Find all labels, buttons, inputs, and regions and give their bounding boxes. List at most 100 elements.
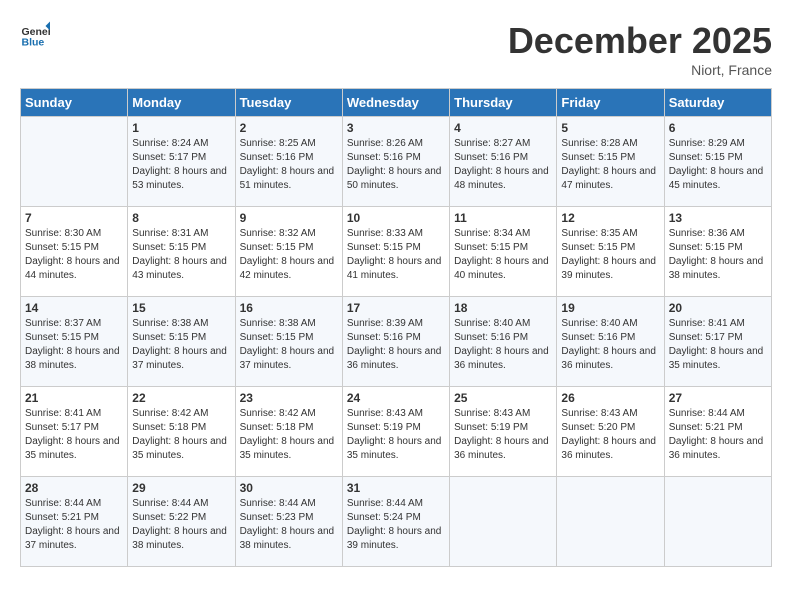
day-info: Sunrise: 8:41 AMSunset: 5:17 PMDaylight:… — [669, 317, 767, 373]
day-info: Sunrise: 8:36 AMSunset: 5:15 PMDaylight:… — [669, 227, 767, 283]
day-number: 24 — [347, 391, 445, 405]
day-number: 4 — [454, 121, 552, 135]
calendar-cell: 8 Sunrise: 8:31 AMSunset: 5:15 PMDaylight… — [128, 207, 235, 297]
day-info: Sunrise: 8:42 AMSunset: 5:18 PMDaylight:… — [132, 407, 230, 463]
calendar-week-row: 7 Sunrise: 8:30 AMSunset: 5:15 PMDaylight… — [21, 207, 772, 297]
day-info: Sunrise: 8:30 AMSunset: 5:15 PMDaylight:… — [25, 227, 123, 283]
day-number: 13 — [669, 211, 767, 225]
day-info: Sunrise: 8:44 AMSunset: 5:22 PMDaylight:… — [132, 497, 230, 553]
day-header-sunday: Sunday — [21, 89, 128, 117]
day-info: Sunrise: 8:29 AMSunset: 5:15 PMDaylight:… — [669, 137, 767, 193]
calendar-cell: 29 Sunrise: 8:44 AMSunset: 5:22 PMDayligh… — [128, 477, 235, 567]
day-number: 16 — [240, 301, 338, 315]
day-number: 21 — [25, 391, 123, 405]
day-info: Sunrise: 8:39 AMSunset: 5:16 PMDaylight:… — [347, 317, 445, 373]
day-number: 6 — [669, 121, 767, 135]
day-info: Sunrise: 8:44 AMSunset: 5:24 PMDaylight:… — [347, 497, 445, 553]
header: General Blue December 2025 Niort, France — [20, 20, 772, 78]
day-number: 14 — [25, 301, 123, 315]
day-number: 7 — [25, 211, 123, 225]
day-header-monday: Monday — [128, 89, 235, 117]
day-info: Sunrise: 8:38 AMSunset: 5:15 PMDaylight:… — [132, 317, 230, 373]
day-number: 23 — [240, 391, 338, 405]
day-info: Sunrise: 8:44 AMSunset: 5:23 PMDaylight:… — [240, 497, 338, 553]
day-info: Sunrise: 8:38 AMSunset: 5:15 PMDaylight:… — [240, 317, 338, 373]
calendar-cell: 15 Sunrise: 8:38 AMSunset: 5:15 PMDayligh… — [128, 297, 235, 387]
calendar-week-row: 1Sunrise: 8:24 AMSunset: 5:17 PMDaylight… — [21, 117, 772, 207]
day-info: Sunrise: 8:40 AMSunset: 5:16 PMDaylight:… — [454, 317, 552, 373]
calendar-cell: 27 Sunrise: 8:44 AMSunset: 5:21 PMDayligh… — [664, 387, 771, 477]
calendar-cell: 22 Sunrise: 8:42 AMSunset: 5:18 PMDayligh… — [128, 387, 235, 477]
calendar-body: 1Sunrise: 8:24 AMSunset: 5:17 PMDaylight… — [21, 117, 772, 567]
day-number: 27 — [669, 391, 767, 405]
day-number: 12 — [561, 211, 659, 225]
svg-text:Blue: Blue — [22, 37, 45, 49]
day-info: Sunrise: 8:31 AMSunset: 5:15 PMDaylight:… — [132, 227, 230, 283]
location: Niort, France — [508, 62, 772, 78]
calendar-cell: 16 Sunrise: 8:38 AMSunset: 5:15 PMDayligh… — [235, 297, 342, 387]
day-number: 2 — [240, 121, 338, 135]
logo-icon: General Blue — [20, 20, 50, 50]
day-info: Sunrise: 8:27 AMSunset: 5:16 PMDaylight:… — [454, 137, 552, 193]
day-number: 10 — [347, 211, 445, 225]
calendar-cell — [21, 117, 128, 207]
calendar-cell: 30 Sunrise: 8:44 AMSunset: 5:23 PMDayligh… — [235, 477, 342, 567]
calendar-cell — [450, 477, 557, 567]
calendar-cell: 5Sunrise: 8:28 AMSunset: 5:15 PMDaylight… — [557, 117, 664, 207]
day-info: Sunrise: 8:35 AMSunset: 5:15 PMDaylight:… — [561, 227, 659, 283]
day-info: Sunrise: 8:28 AMSunset: 5:15 PMDaylight:… — [561, 137, 659, 193]
day-info: Sunrise: 8:44 AMSunset: 5:21 PMDaylight:… — [669, 407, 767, 463]
calendar-cell: 21 Sunrise: 8:41 AMSunset: 5:17 PMDayligh… — [21, 387, 128, 477]
calendar-cell — [664, 477, 771, 567]
day-info: Sunrise: 8:24 AMSunset: 5:17 PMDaylight:… — [132, 137, 230, 193]
logo: General Blue — [20, 20, 50, 50]
day-info: Sunrise: 8:26 AMSunset: 5:16 PMDaylight:… — [347, 137, 445, 193]
calendar-cell: 23Sunrise: 8:42 AMSunset: 5:18 PMDayligh… — [235, 387, 342, 477]
calendar-cell: 10Sunrise: 8:33 AMSunset: 5:15 PMDayligh… — [342, 207, 449, 297]
day-number: 19 — [561, 301, 659, 315]
calendar-cell: 11 Sunrise: 8:34 AMSunset: 5:15 PMDayligh… — [450, 207, 557, 297]
calendar-cell: 19 Sunrise: 8:40 AMSunset: 5:16 PMDayligh… — [557, 297, 664, 387]
day-info: Sunrise: 8:40 AMSunset: 5:16 PMDaylight:… — [561, 317, 659, 373]
calendar-week-row: 14Sunrise: 8:37 AMSunset: 5:15 PMDayligh… — [21, 297, 772, 387]
calendar-cell: 9 Sunrise: 8:32 AMSunset: 5:15 PMDaylight… — [235, 207, 342, 297]
day-info: Sunrise: 8:41 AMSunset: 5:17 PMDaylight:… — [25, 407, 123, 463]
calendar-cell: 12 Sunrise: 8:35 AMSunset: 5:15 PMDayligh… — [557, 207, 664, 297]
day-number: 30 — [240, 481, 338, 495]
day-header-wednesday: Wednesday — [342, 89, 449, 117]
day-info: Sunrise: 8:34 AMSunset: 5:15 PMDaylight:… — [454, 227, 552, 283]
day-number: 3 — [347, 121, 445, 135]
calendar-cell: 31Sunrise: 8:44 AMSunset: 5:24 PMDayligh… — [342, 477, 449, 567]
day-number: 26 — [561, 391, 659, 405]
day-info: Sunrise: 8:25 AMSunset: 5:16 PMDaylight:… — [240, 137, 338, 193]
day-header-thursday: Thursday — [450, 89, 557, 117]
day-number: 28 — [25, 481, 123, 495]
day-number: 17 — [347, 301, 445, 315]
day-info: Sunrise: 8:43 AMSunset: 5:19 PMDaylight:… — [347, 407, 445, 463]
day-number: 9 — [240, 211, 338, 225]
day-number: 20 — [669, 301, 767, 315]
calendar-cell: 6 Sunrise: 8:29 AMSunset: 5:15 PMDaylight… — [664, 117, 771, 207]
calendar-cell: 1Sunrise: 8:24 AMSunset: 5:17 PMDaylight… — [128, 117, 235, 207]
day-number: 11 — [454, 211, 552, 225]
calendar-cell: 2 Sunrise: 8:25 AMSunset: 5:16 PMDaylight… — [235, 117, 342, 207]
calendar-cell: 17 Sunrise: 8:39 AMSunset: 5:16 PMDayligh… — [342, 297, 449, 387]
calendar-cell: 18 Sunrise: 8:40 AMSunset: 5:16 PMDayligh… — [450, 297, 557, 387]
day-info: Sunrise: 8:43 AMSunset: 5:19 PMDaylight:… — [454, 407, 552, 463]
calendar-cell: 28 Sunrise: 8:44 AMSunset: 5:21 PMDayligh… — [21, 477, 128, 567]
calendar-cell: 24 Sunrise: 8:43 AMSunset: 5:19 PMDayligh… — [342, 387, 449, 477]
day-number: 8 — [132, 211, 230, 225]
day-info: Sunrise: 8:44 AMSunset: 5:21 PMDaylight:… — [25, 497, 123, 553]
calendar-cell: 26Sunrise: 8:43 AMSunset: 5:20 PMDayligh… — [557, 387, 664, 477]
day-number: 15 — [132, 301, 230, 315]
day-number: 29 — [132, 481, 230, 495]
day-info: Sunrise: 8:32 AMSunset: 5:15 PMDaylight:… — [240, 227, 338, 283]
day-number: 18 — [454, 301, 552, 315]
month-title: December 2025 — [508, 20, 772, 62]
calendar-cell: 13 Sunrise: 8:36 AMSunset: 5:15 PMDayligh… — [664, 207, 771, 297]
calendar-week-row: 28 Sunrise: 8:44 AMSunset: 5:21 PMDayligh… — [21, 477, 772, 567]
calendar-cell — [557, 477, 664, 567]
calendar-cell: 7 Sunrise: 8:30 AMSunset: 5:15 PMDaylight… — [21, 207, 128, 297]
title-area: December 2025 Niort, France — [508, 20, 772, 78]
day-number: 22 — [132, 391, 230, 405]
